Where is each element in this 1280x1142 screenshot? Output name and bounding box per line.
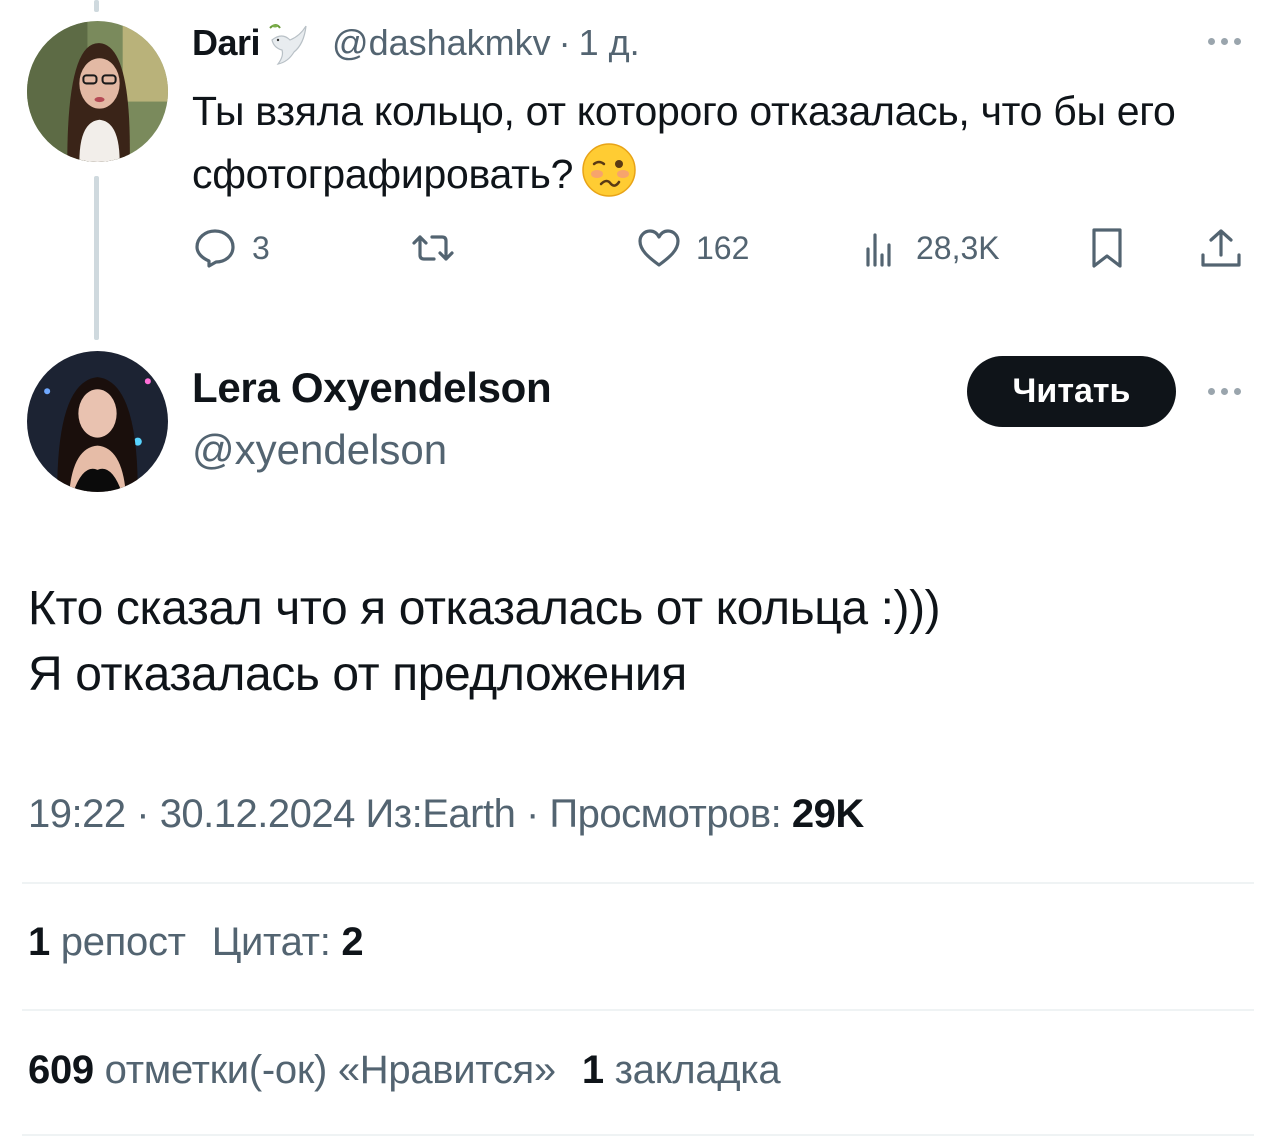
- tweet-metadata: 19:22 · 30.12.2024 Из:Earth · Просмотров…: [28, 792, 864, 837]
- tweet-source: Из:Earth: [365, 792, 516, 836]
- bookmarks-link[interactable]: 1 закладка: [581, 1048, 781, 1092]
- reposts-label: репост: [60, 920, 186, 964]
- views-label: Просмотров:: [549, 792, 782, 836]
- divider: [22, 882, 1254, 884]
- thread-line: [94, 176, 99, 340]
- separator: ·: [525, 792, 539, 836]
- tweet-time[interactable]: 19:22: [28, 792, 126, 836]
- reply-author-avatar[interactable]: [27, 21, 168, 162]
- like-count: 162: [696, 229, 750, 266]
- bookmark-button[interactable]: [1084, 216, 1130, 280]
- tweet-date[interactable]: 30.12.2024: [160, 792, 356, 836]
- reply-count: 3: [252, 229, 270, 266]
- speech-bubble-icon: [195, 229, 235, 268]
- like-button[interactable]: 162: [636, 216, 749, 280]
- more-dots-icon[interactable]: [1208, 38, 1241, 45]
- divider: [22, 1134, 1254, 1136]
- likes-label: отметки(-ок) «Нравится»: [104, 1048, 556, 1092]
- divider: [22, 1009, 1254, 1011]
- tweet-author-name[interactable]: Lera Oxyendelson: [192, 364, 552, 412]
- repost-button[interactable]: [410, 216, 470, 280]
- follow-button[interactable]: Читать: [967, 356, 1176, 427]
- reply-button[interactable]: 3: [192, 216, 270, 280]
- reposts-count: 1: [28, 920, 50, 964]
- reply-author-handle[interactable]: @dashakmkv: [332, 22, 551, 64]
- bar-chart-icon: [866, 233, 891, 267]
- bookmark-icon: [1092, 228, 1122, 268]
- reposts-link[interactable]: 1 репост: [28, 920, 186, 964]
- reply-text-content: Ты взяла кольцо, от которого отказалась,…: [192, 88, 1176, 197]
- reply-action-bar: 3 162 28,3K: [192, 216, 1252, 280]
- views-button[interactable]: 28,3K: [856, 216, 1000, 280]
- tweet-text-line: Я отказалась от предложения: [28, 648, 687, 701]
- reply-text: Ты взяла кольцо, от которого отказалась,…: [192, 80, 1252, 205]
- likes-link[interactable]: 609 отметки(-ок) «Нравится»: [28, 1048, 556, 1092]
- tweet-author-avatar[interactable]: [27, 351, 168, 492]
- separator: ·: [558, 22, 571, 63]
- bookmarks-count: 1: [581, 1048, 604, 1092]
- woozy-face-emoji: [581, 142, 637, 198]
- reply-header: Dari @dashakmkv · 1 д.: [192, 18, 640, 68]
- more-dots-icon[interactable]: [1208, 388, 1241, 395]
- quotes-label: Цитат:: [211, 920, 331, 964]
- reply-timestamp[interactable]: 1 д.: [579, 22, 640, 64]
- likes-count: 609: [28, 1048, 94, 1092]
- repost-quote-stats: 1 репост Цитат: 2: [28, 920, 364, 965]
- tweet-author-handle[interactable]: @xyendelson: [192, 426, 447, 474]
- separator: ·: [136, 792, 150, 836]
- likes-bookmarks-stats: 609 отметки(-ок) «Нравится» 1 закладка: [28, 1048, 781, 1093]
- dove-emoji-icon: [266, 18, 308, 68]
- views-count: 28,3K: [916, 229, 1000, 266]
- repost-icon: [412, 235, 454, 261]
- share-icon: [1201, 229, 1241, 267]
- heart-icon: [638, 229, 680, 267]
- bookmarks-label: закладка: [614, 1048, 781, 1092]
- quotes-count: 2: [341, 920, 364, 964]
- tweet-text-line: Кто сказал что я отказалась от кольца :)…: [28, 582, 941, 635]
- quotes-link[interactable]: Цитат: 2: [212, 920, 364, 964]
- thread-line-top: [94, 0, 99, 12]
- views-value: 29K: [791, 792, 864, 836]
- share-button[interactable]: [1198, 216, 1244, 280]
- reply-author-name[interactable]: Dari: [192, 22, 261, 64]
- tweet-text: Кто сказал что я отказалась от кольца :)…: [28, 576, 1228, 708]
